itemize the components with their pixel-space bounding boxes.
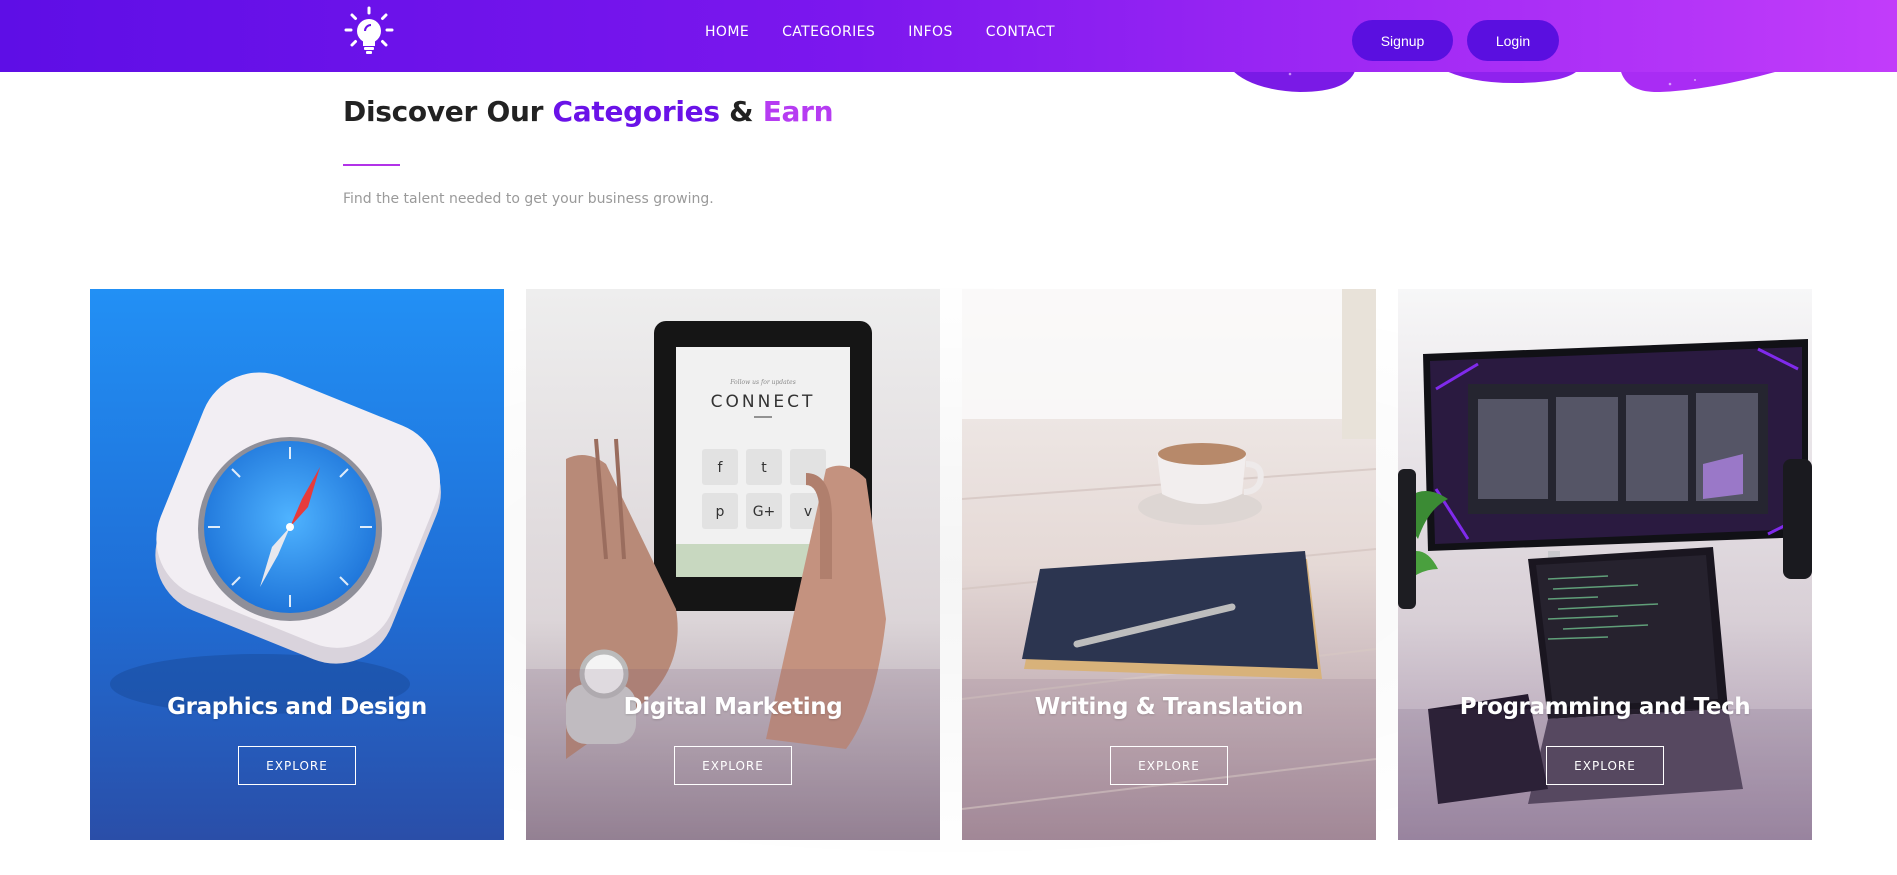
tablet-heading: CONNECT	[711, 392, 816, 412]
svg-text:v: v	[804, 504, 812, 520]
title-part-earn: Earn	[762, 95, 834, 128]
title-underline	[343, 164, 400, 166]
tablet-caption: Follow us for updates	[729, 379, 796, 386]
header-wave-decoration	[1230, 68, 1775, 93]
svg-text:p: p	[716, 504, 725, 520]
category-card-programming[interactable]: Programming and Tech EXPLORE	[1398, 289, 1812, 840]
card-title: Programming and Tech	[1459, 694, 1751, 720]
login-button[interactable]: Login	[1467, 20, 1559, 61]
explore-button[interactable]: EXPLORE	[238, 746, 356, 785]
card-title: Writing & Translation	[1034, 694, 1304, 720]
site-header: HOME CATEGORIES INFOS CONTACT Signup Log…	[0, 0, 1897, 72]
card-title: Digital Marketing	[623, 694, 843, 720]
title-part-categories: Categories	[552, 95, 720, 128]
nav-infos[interactable]: INFOS	[908, 24, 953, 40]
section-subtitle: Find the talent needed to get your busin…	[343, 191, 714, 207]
explore-button[interactable]: EXPLORE	[674, 746, 792, 785]
category-card-graphics[interactable]: Graphics and Design EXPLORE	[90, 289, 504, 840]
explore-button[interactable]: EXPLORE	[1110, 746, 1228, 785]
title-part-discover: Discover Our	[343, 95, 553, 128]
card-title: Graphics and Design	[167, 694, 427, 720]
lightbulb-logo-icon[interactable]	[343, 5, 395, 57]
nav-contact[interactable]: CONTACT	[986, 24, 1055, 40]
nav-categories[interactable]: CATEGORIES	[782, 24, 875, 40]
category-card-marketing[interactable]: Follow us for updates CONNECT f t p G+ v…	[526, 289, 940, 840]
explore-button[interactable]: EXPLORE	[1546, 746, 1664, 785]
svg-text:G+: G+	[753, 504, 776, 520]
section-title: Discover Our Categories & Earn	[343, 95, 834, 128]
main-nav: HOME CATEGORIES INFOS CONTACT	[705, 24, 1055, 40]
nav-home[interactable]: HOME	[705, 24, 749, 40]
title-part-ampersand: &	[719, 95, 763, 128]
signup-button[interactable]: Signup	[1352, 20, 1453, 61]
category-card-writing[interactable]: Writing & Translation EXPLORE	[962, 289, 1376, 840]
svg-text:t: t	[761, 460, 767, 476]
